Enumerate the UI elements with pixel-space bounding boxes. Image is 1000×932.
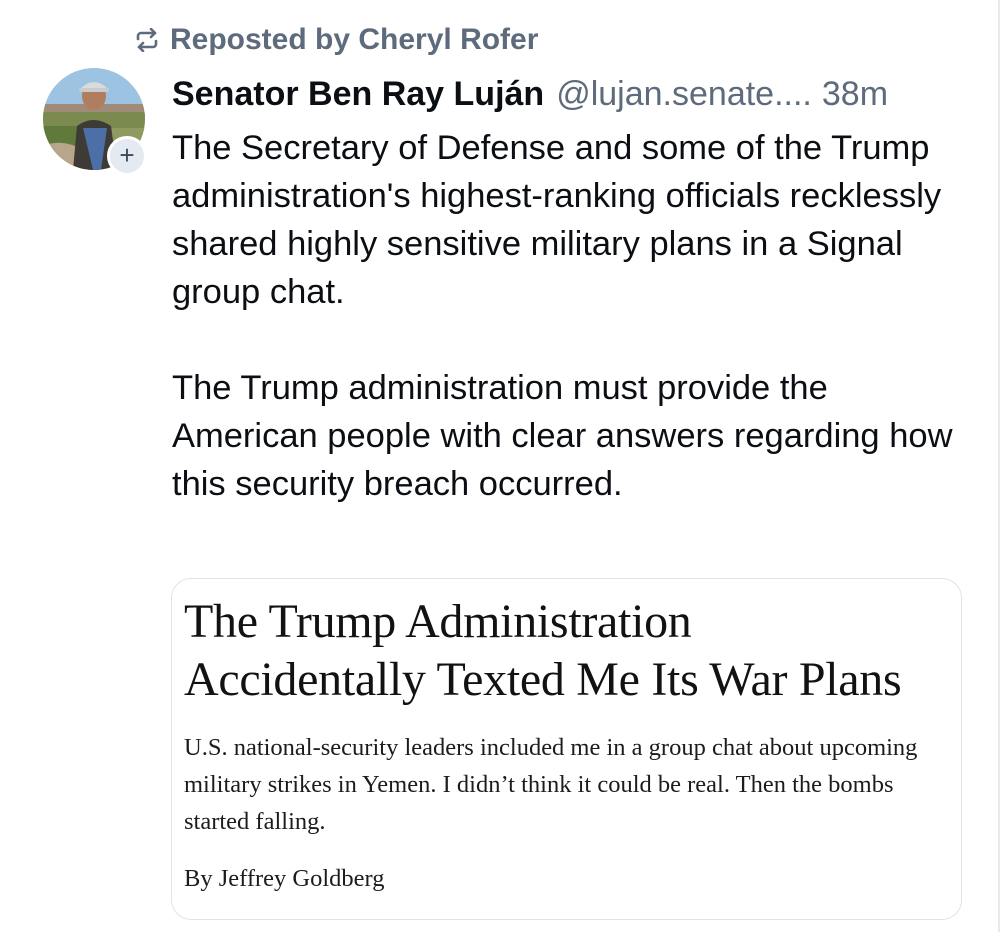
repost-indicator[interactable]: Reposted by Cheryl Rofer [134, 20, 538, 60]
follow-plus-icon[interactable]: + [107, 136, 147, 176]
card-byline: By Jeffrey Goldberg [184, 865, 385, 892]
post-body: The Secretary of Defense and some of the… [172, 124, 962, 508]
repost-icon [134, 28, 160, 52]
post-paragraph: The Secretary of Defense and some of the… [172, 129, 942, 311]
author-handle[interactable]: @lujan.senate.... [556, 75, 812, 114]
card-headline-line: The Trump Administration [184, 595, 692, 648]
link-preview-card[interactable]: The Trump Administration Accidentally Te… [171, 578, 962, 920]
post-header: Senator Ben Ray Luján @lujan.senate.... … [172, 72, 972, 116]
author-name[interactable]: Senator Ben Ray Luján [172, 75, 544, 114]
repost-label[interactable]: Reposted by Cheryl Rofer [170, 23, 538, 57]
card-description: U.S. national-security leaders included … [184, 734, 918, 835]
card-headline-line: Accidentally Texted Me Its War Plans [184, 653, 902, 706]
author-avatar-container[interactable]: + [43, 68, 147, 176]
card-headline: The Trump Administration Accidentally Te… [184, 593, 954, 709]
post-paragraph: The Trump administration must provide th… [172, 369, 953, 503]
post-timestamp[interactable]: 38m [822, 75, 888, 114]
